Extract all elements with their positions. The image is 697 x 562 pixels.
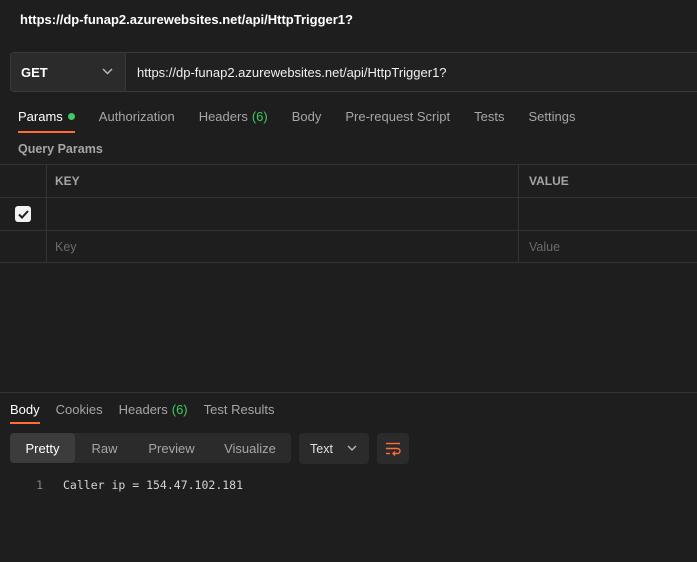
tab-pre-request-script[interactable]: Pre-request Script [345, 105, 450, 127]
header-check-cell [0, 165, 47, 197]
tab-pre-request-script-label: Pre-request Script [345, 108, 451, 124]
request-tabs: Params Authorization Headers (6) Body Pr… [18, 105, 599, 133]
params-active-dot [67, 112, 75, 120]
response-tab-body-label: Body [10, 401, 40, 417]
url-input[interactable]: https://dp-funap2.azurewebsites.net/api/… [126, 53, 697, 91]
query-params-table: KEY VALUE Key Value [0, 164, 697, 263]
response-tab-test-results[interactable]: Test Results [204, 399, 275, 419]
request-title[interactable]: https://dp-funap2.azurewebsites.net/api/… [20, 12, 353, 27]
pane-divider[interactable] [0, 392, 697, 393]
table-row [0, 197, 697, 230]
wrap-lines-icon [386, 442, 401, 456]
view-preview-button[interactable]: Preview [134, 433, 209, 463]
response-tab-test-results-label: Test Results [203, 401, 275, 417]
check-icon [17, 209, 29, 219]
line-number: 1 [36, 478, 43, 492]
response-tab-body[interactable]: Body [10, 399, 40, 424]
value-placeholder-input[interactable]: Value [519, 231, 697, 262]
view-raw-button[interactable]: Raw [75, 433, 134, 463]
tab-headers-count: (6) [251, 108, 268, 124]
method-select[interactable]: GET [11, 53, 126, 91]
tab-body[interactable]: Body [292, 105, 322, 127]
view-visualize-button[interactable]: Visualize [209, 433, 291, 463]
tab-authorization[interactable]: Authorization [99, 105, 175, 127]
response-tab-headers-label: Headers [118, 401, 168, 417]
method-label: GET [21, 64, 48, 80]
chevron-down-icon [102, 66, 113, 78]
request-title-bar: https://dp-funap2.azurewebsites.net/api/… [0, 0, 697, 38]
tab-tests[interactable]: Tests [474, 105, 504, 127]
chevron-down-icon [347, 443, 357, 454]
tab-params[interactable]: Params [18, 105, 75, 133]
value-input[interactable] [519, 198, 697, 230]
tab-params-label: Params [18, 108, 63, 124]
wrap-lines-button[interactable] [377, 433, 409, 464]
response-view-toggle: Pretty Raw Preview Visualize [10, 433, 291, 463]
tab-tests-label: Tests [474, 108, 505, 124]
response-format-select[interactable]: Text [299, 433, 369, 464]
response-tab-cookies[interactable]: Cookies [56, 399, 103, 419]
response-tabs: Body Cookies Headers (6) Test Results [10, 399, 290, 425]
table-header-row: KEY VALUE [0, 164, 697, 197]
query-params-heading: Query Params [18, 142, 103, 156]
response-body-line: 1 Caller ip = 154.47.102.181 [0, 477, 697, 493]
tab-authorization-label: Authorization [98, 108, 175, 124]
row-checkbox[interactable] [15, 206, 31, 222]
column-header-key: KEY [47, 165, 519, 197]
row-check-cell [0, 198, 47, 230]
view-pretty-button[interactable]: Pretty [10, 433, 75, 463]
key-input[interactable] [47, 198, 519, 230]
response-format-label: Text [310, 441, 333, 456]
tab-settings-label: Settings [528, 108, 576, 124]
response-tab-cookies-label: Cookies [55, 401, 103, 417]
tab-headers[interactable]: Headers (6) [199, 105, 268, 127]
tab-headers-label: Headers [198, 108, 248, 124]
response-body-text[interactable]: Caller ip = 154.47.102.181 [63, 478, 243, 492]
table-row-new: Key Value [0, 230, 697, 263]
response-tab-headers-count: (6) [171, 401, 188, 417]
key-placeholder-input[interactable]: Key [47, 231, 519, 262]
tab-settings[interactable]: Settings [528, 105, 575, 127]
new-row-check-cell [0, 231, 47, 262]
url-bar: GET https://dp-funap2.azurewebsites.net/… [10, 52, 697, 92]
column-header-value: VALUE [529, 174, 569, 188]
tab-body-label: Body [291, 108, 322, 124]
response-tab-headers[interactable]: Headers (6) [119, 399, 188, 419]
